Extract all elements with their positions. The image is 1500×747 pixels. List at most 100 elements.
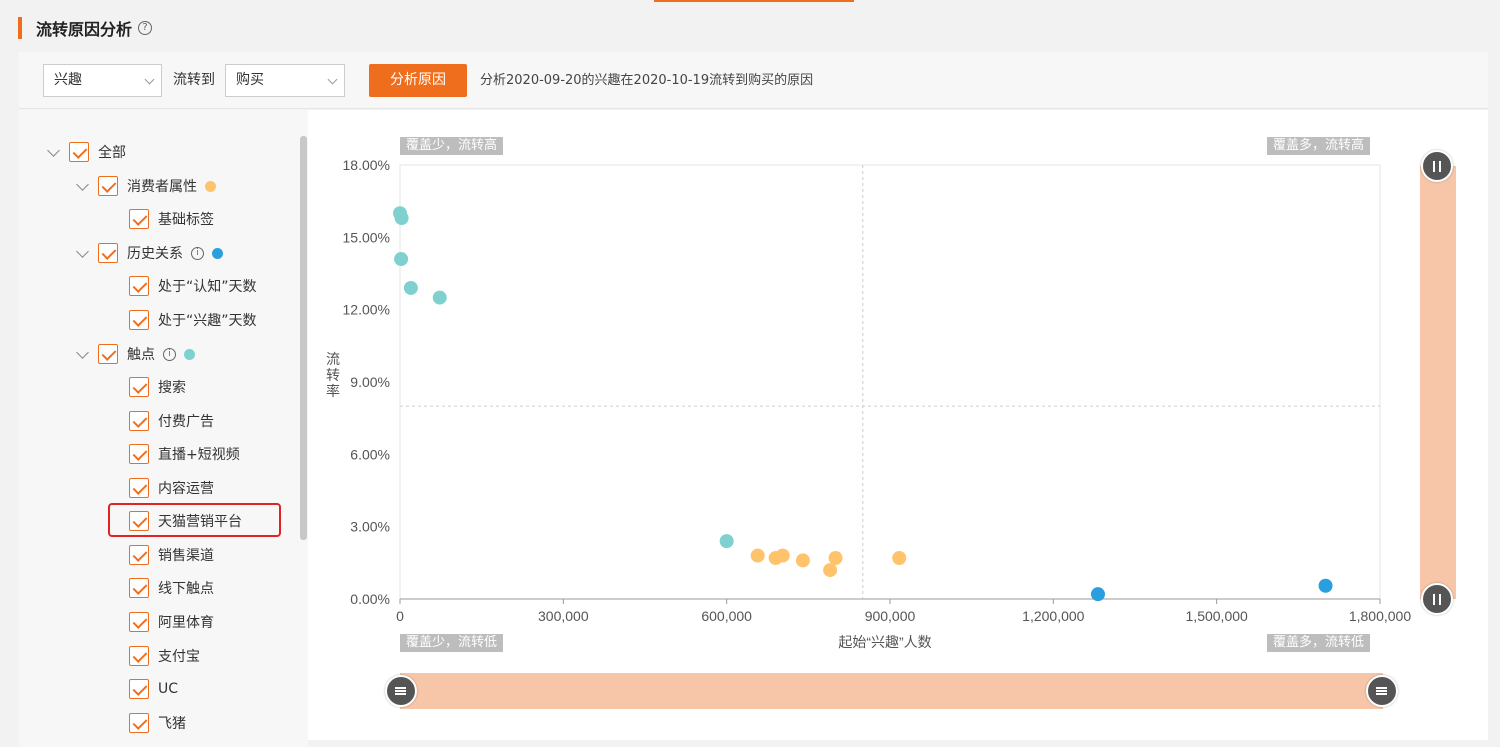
checkbox-checked[interactable] [129,377,149,397]
tree-node-leaf[interactable]: 基础标签 [129,207,214,231]
y-tick-label: 12.00% [343,302,390,318]
tree-node-leaf[interactable]: 内容运营 [129,476,214,500]
tree-label: 处于“认知”天数 [158,279,257,295]
tree-label: 内容运营 [158,481,214,497]
chevron-down-icon [327,74,338,85]
analyze-reason-button[interactable]: 分析原因 [369,64,467,97]
from-stage-select[interactable]: 兴趣 [43,64,162,97]
chevron-down-icon[interactable] [76,244,89,258]
tree-label: 历史关系 [127,246,183,262]
checkbox-checked[interactable] [129,612,149,632]
checkbox-checked[interactable] [129,444,149,464]
scatter-point [750,548,765,563]
checkbox-checked[interactable] [129,411,149,431]
analysis-description: 分析2020-09-20的兴趣在2020-10-19流转到购买的原因 [480,73,814,88]
checkbox-checked[interactable] [129,310,149,330]
chevron-down-icon [144,74,155,85]
tree-label: 阿里体育 [158,615,214,631]
tree-node-leaf[interactable]: UC [129,677,178,701]
tree-node-leaf[interactable]: 销售渠道 [129,543,214,567]
tree-node-group[interactable]: 历史关系 i [75,241,223,265]
checkbox-checked[interactable] [129,209,149,229]
checkbox-checked[interactable] [129,713,149,733]
sidebar-scrollbar[interactable] [300,136,307,540]
info-icon[interactable]: i [163,347,176,361]
tree-node-leaf[interactable]: 阿里体育 [129,610,214,634]
checkbox-checked[interactable] [98,176,118,196]
checkbox-checked[interactable] [98,344,118,364]
tree-label: 搜索 [158,380,186,396]
flow-to-label: 流转到 [173,72,215,88]
svg-text:流转率: 流转率 [326,351,340,399]
scatter-point [823,563,838,578]
tree-node-root[interactable]: 全部 [46,140,126,164]
chevron-down-icon[interactable] [76,345,89,359]
tree-node-leaf[interactable]: 直播+短视频 [129,442,240,466]
checkbox-checked[interactable] [129,646,149,666]
scatter-point [403,280,418,295]
x-tick-label: 1,800,000 [1349,608,1411,624]
tree-label: 线下触点 [158,581,214,597]
help-icon[interactable]: ? [138,21,153,35]
tree-label: 支付宝 [158,649,200,665]
scatter-point [795,553,810,568]
checkbox-checked[interactable] [129,578,149,598]
x-range-slider[interactable] [400,673,1383,709]
y-range-slider[interactable] [1420,166,1456,599]
checkbox-checked[interactable] [69,142,89,162]
tree-label: 销售渠道 [158,548,214,564]
tree-node-leaf[interactable]: 飞猪 [129,711,186,735]
checkbox-checked[interactable] [129,276,149,296]
checkbox-checked[interactable] [98,243,118,263]
checkbox-checked[interactable] [129,679,149,699]
tree-label: 基础标签 [158,212,214,228]
active-tab-indicator [654,0,854,2]
to-stage-select[interactable]: 购买 [225,64,345,97]
tree-node-group[interactable]: 消费者属性 [75,174,216,198]
tree-label: 消费者属性 [127,179,197,195]
scatter-point [394,252,409,267]
x-slider-left-handle[interactable] [385,675,417,707]
y-slider-bottom-handle[interactable] [1421,583,1453,615]
plot-area-border [399,164,1381,600]
tree-node-leaf[interactable]: 搜索 [129,375,186,399]
scatter-point [1090,587,1105,602]
section-header: 流转原因分析 ? [18,16,153,40]
tree-label: 付费广告 [158,414,214,430]
tree-node-leaf[interactable]: 处于“认知”天数 [129,274,257,298]
x-tick-label: 300,000 [538,608,589,624]
x-slider-right-handle[interactable] [1366,675,1398,707]
tree-label: 飞猪 [158,716,186,732]
y-slider-top-handle[interactable] [1421,150,1453,182]
y-axis-label: 流转率 [326,351,340,399]
legend-dot [205,180,216,192]
tree-node-leaf[interactable]: 支付宝 [129,644,200,668]
y-tick-label: 6.00% [350,446,390,462]
y-tick-label: 3.00% [350,519,390,535]
tree-node-group[interactable]: 触点 i [75,342,195,366]
x-axis-label: 起始“兴趣”人数 [838,634,931,650]
scatter-point [432,290,447,305]
tree-node-leaf[interactable]: 付费广告 [129,409,214,433]
tree-label: UC [158,681,179,697]
tree-node-leaf[interactable]: 线下触点 [129,576,214,600]
scatter-point [1318,578,1333,593]
y-tick-label: 15.00% [343,229,390,245]
checkbox-checked[interactable] [129,545,149,565]
x-tick-label: 0 [396,608,404,624]
info-icon[interactable]: i [191,246,204,260]
chevron-down-icon[interactable] [76,177,89,191]
legend-dot [212,247,223,259]
scatter-point [719,534,734,549]
tree-label: 处于“兴趣”天数 [158,313,257,329]
highlight-annotation-box [108,503,281,537]
tree-label: 直播+短视频 [158,447,240,463]
checkbox-checked[interactable] [129,478,149,498]
tree-node-leaf[interactable]: 处于“兴趣”天数 [129,308,257,332]
tree-label: 全部 [98,145,126,161]
x-tick-label: 1,200,000 [1022,608,1084,624]
chevron-down-icon[interactable] [47,143,60,157]
x-tick-label: 600,000 [701,608,752,624]
scatter-point [394,211,409,226]
quadrant-label-bottom-left: 覆盖少，流转低 [400,634,504,652]
